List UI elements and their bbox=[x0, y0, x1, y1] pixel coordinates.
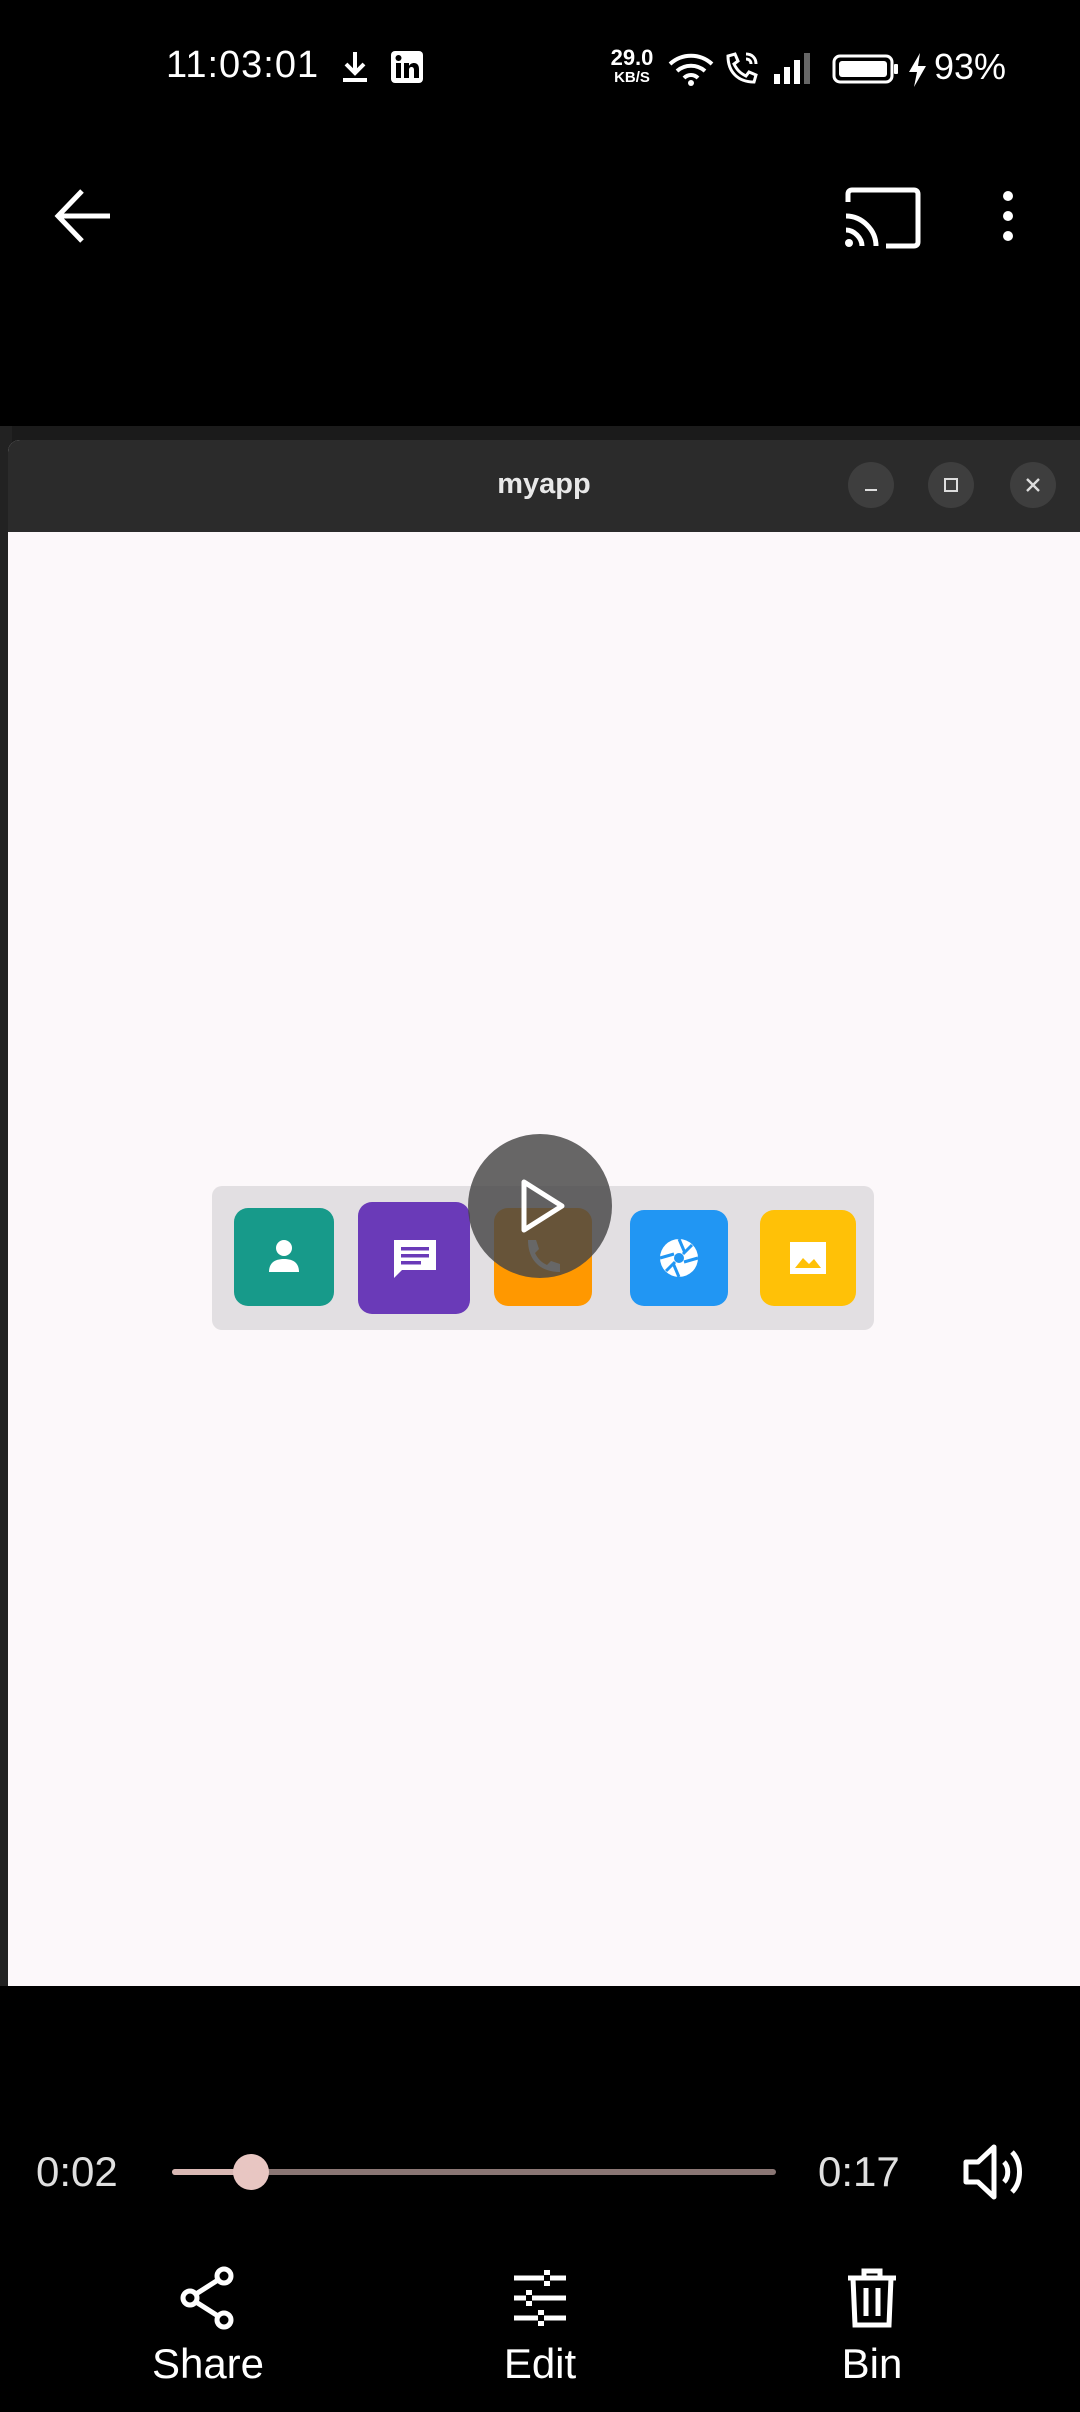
seek-bar[interactable] bbox=[172, 2154, 776, 2190]
share-button[interactable]: Share bbox=[108, 2266, 308, 2388]
bin-button[interactable]: Bin bbox=[772, 2266, 972, 2388]
tune-icon bbox=[514, 2270, 566, 2326]
network-speed-value: 29.0 bbox=[610, 45, 654, 70]
linkedin-icon bbox=[390, 50, 424, 89]
download-icon bbox=[340, 50, 370, 89]
play-icon bbox=[521, 1179, 565, 1233]
network-speed: 29.0 KB/S bbox=[604, 45, 660, 88]
dock-contacts bbox=[234, 1208, 334, 1306]
battery-icon bbox=[832, 54, 900, 89]
signal-icon bbox=[772, 52, 814, 89]
bin-label: Bin bbox=[841, 2340, 903, 2387]
camera-aperture-icon bbox=[659, 1238, 699, 1278]
current-time: 0:02 bbox=[36, 2148, 118, 2195]
close-icon bbox=[1026, 478, 1040, 492]
volume-icon bbox=[963, 2144, 1022, 2200]
person-icon bbox=[269, 1240, 299, 1272]
trash-icon bbox=[848, 2268, 896, 2328]
maximize-icon bbox=[944, 478, 958, 492]
wifi-icon bbox=[668, 52, 714, 91]
network-speed-unit: KB/S bbox=[614, 69, 650, 86]
total-time: 0:17 bbox=[818, 2148, 900, 2195]
status-bar: 11:03:01 29.0 KB/S 93% bbox=[0, 0, 1080, 140]
share-icon bbox=[180, 2266, 234, 2330]
cast-icon bbox=[845, 187, 921, 249]
window-titlebar: myapp bbox=[8, 440, 1080, 532]
volume-button[interactable] bbox=[962, 2140, 1028, 2204]
edit-label: Edit bbox=[503, 2340, 577, 2387]
window-close-button bbox=[1010, 462, 1056, 508]
dock-camera bbox=[630, 1210, 728, 1306]
back-arrow-icon bbox=[54, 189, 110, 243]
window-maximize-button bbox=[928, 462, 974, 508]
cast-button[interactable] bbox=[842, 186, 922, 250]
play-button[interactable] bbox=[468, 1134, 612, 1278]
share-label: Share bbox=[151, 2340, 265, 2387]
seek-thumb[interactable] bbox=[232, 2154, 269, 2190]
image-icon bbox=[790, 1242, 826, 1274]
dock-gallery bbox=[760, 1210, 856, 1306]
status-time: 11:03:01 bbox=[166, 44, 320, 86]
volte-call-icon bbox=[722, 50, 762, 93]
more-options-button[interactable] bbox=[990, 186, 1026, 250]
window-minimize-button bbox=[848, 462, 894, 508]
more-vert-icon bbox=[1003, 191, 1013, 241]
back-button[interactable] bbox=[52, 186, 116, 246]
battery-percent: 93% bbox=[934, 46, 1007, 87]
edit-button[interactable]: Edit bbox=[440, 2266, 640, 2388]
minimize-icon bbox=[865, 489, 877, 491]
window-title: myapp bbox=[497, 468, 591, 500]
dock-messages bbox=[358, 1202, 470, 1314]
chat-icon bbox=[394, 1240, 436, 1278]
charging-icon bbox=[906, 52, 928, 93]
